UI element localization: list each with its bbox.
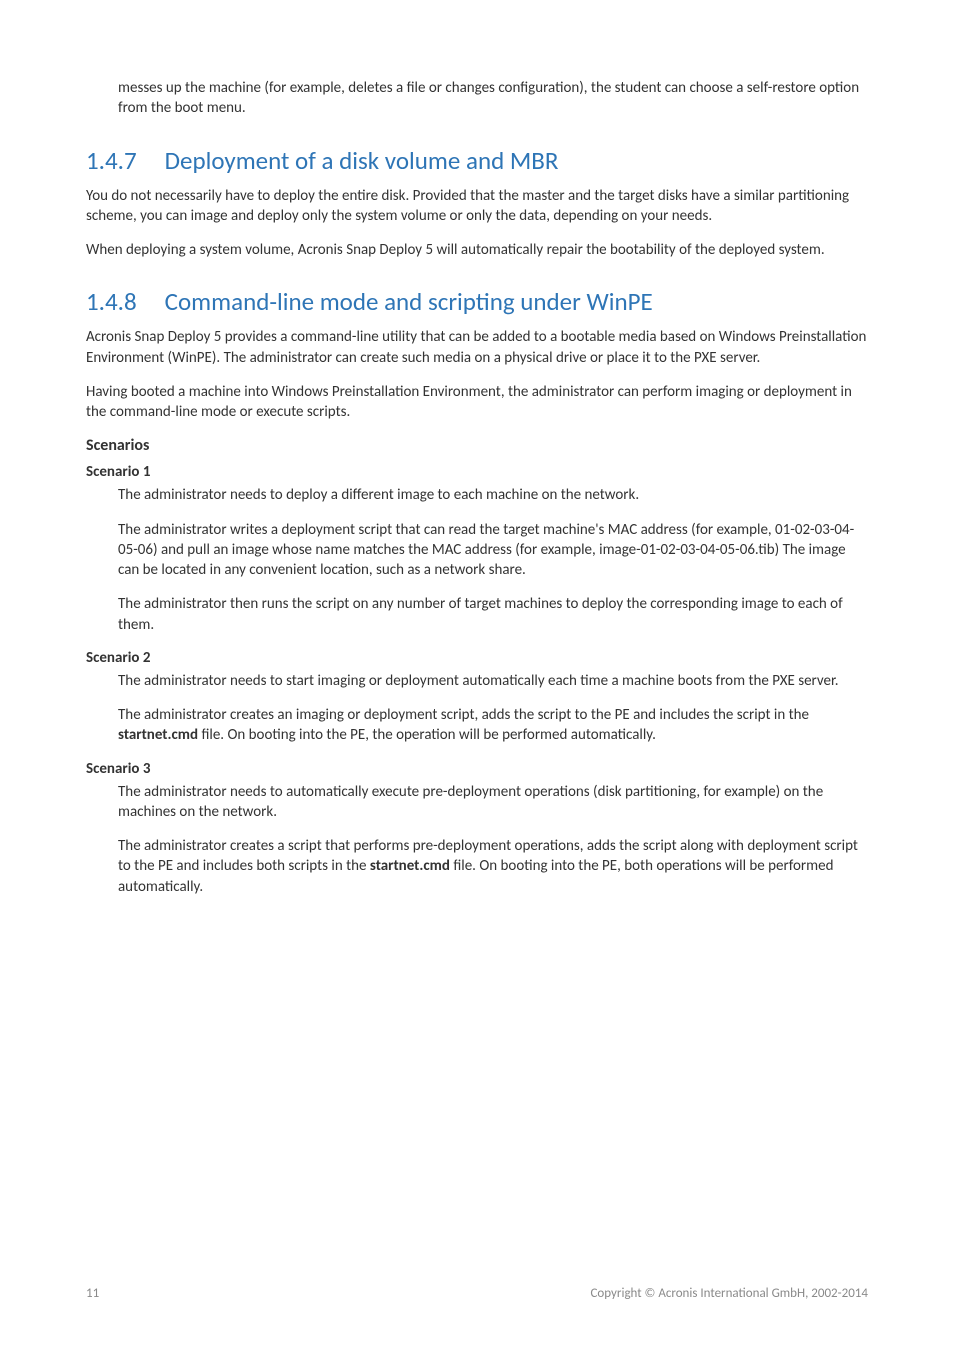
scenario-2-p2-b: file. On booting into the PE, the operat… [198,726,656,744]
sec148-p2: Having booted a machine into Windows Pre… [86,382,868,423]
startnet-cmd-label: startnet.cmd [118,726,198,744]
scenario-3-p1: The administrator needs to automatically… [86,782,868,823]
page-container: messes up the machine (for example, dele… [0,0,954,1349]
heading-1-4-8: 1.4.8 Command-line mode and scripting und… [86,286,868,317]
scenario-2-p2-a: The administrator creates an imaging or … [118,706,809,724]
heading-title: Command-line mode and scripting under Wi… [165,286,653,317]
scenario-1-p1: The administrator needs to deploy a diff… [86,485,868,505]
heading-number: 1.4.8 [86,286,137,317]
scenario-2-p2: The administrator creates an imaging or … [86,705,868,746]
heading-title: Deployment of a disk volume and MBR [165,145,559,176]
page-number: 11 [86,1286,99,1301]
startnet-cmd-label: startnet.cmd [370,857,450,875]
heading-number: 1.4.7 [86,145,137,176]
copyright-text: Copyright © Acronis International GmbH, … [590,1286,868,1301]
sec147-p1: You do not necessarily have to deploy th… [86,186,868,227]
scenario-2-title: Scenario 2 [86,649,868,667]
scenario-1-p2: The administrator writes a deployment sc… [86,520,868,581]
scenario-3-title: Scenario 3 [86,760,868,778]
page-footer: 11 Copyright © Acronis International Gmb… [86,1286,868,1301]
sec147-p2: When deploying a system volume, Acronis … [86,240,868,260]
scenarios-heading: Scenarios [86,436,868,455]
scenario-2-p1: The administrator needs to start imaging… [86,671,868,691]
scenario-1-p3: The administrator then runs the script o… [86,594,868,635]
scenario-1-title: Scenario 1 [86,463,868,481]
sec148-p1: Acronis Snap Deploy 5 provides a command… [86,327,868,368]
intro-paragraph: messes up the machine (for example, dele… [86,78,868,119]
scenario-3-p2: The administrator creates a script that … [86,836,868,897]
heading-1-4-7: 1.4.7 Deployment of a disk volume and MBR [86,145,868,176]
